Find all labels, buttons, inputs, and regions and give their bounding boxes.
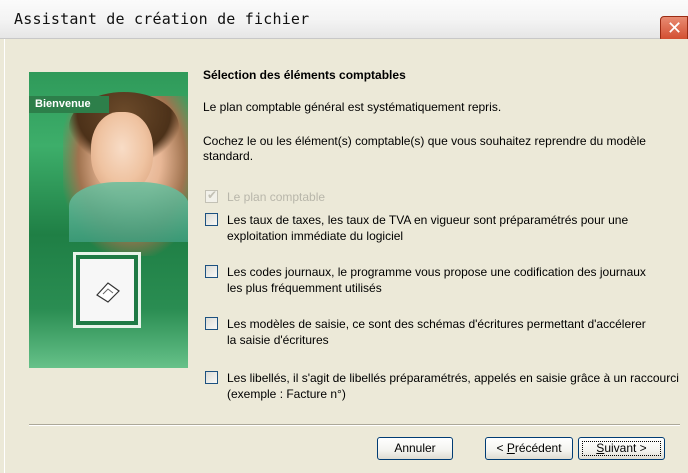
page-heading: Sélection des éléments comptables — [203, 68, 406, 82]
footer-separator — [29, 424, 680, 426]
check-icon: ✔ — [207, 188, 218, 202]
cancel-button-label: Annuler — [394, 441, 436, 455]
title-bar: Assistant de création de fichier ✕ — [0, 0, 688, 42]
option-label: Les codes journaux, le programme vous pr… — [227, 265, 646, 295]
window-title: Assistant de création de fichier — [14, 10, 310, 28]
intro-text: Le plan comptable général est systématiq… — [203, 100, 502, 114]
banner-icon-frame — [73, 252, 141, 328]
previous-button-mnemonic: P — [506, 441, 515, 455]
previous-button[interactable]: < Précédent — [485, 437, 573, 460]
document-icon — [96, 282, 120, 303]
banner-photo-face — [91, 112, 153, 192]
checkbox-plan-comptable: ✔ — [205, 188, 218, 203]
banner-label: Bienvenue — [29, 96, 109, 113]
focus-rectangle — [582, 441, 661, 456]
close-icon: ✕ — [667, 18, 683, 39]
checkbox-libelles[interactable] — [205, 371, 218, 384]
cancel-button[interactable]: Annuler — [377, 437, 453, 460]
option-label: Les modèles de saisie, ce sont des schém… — [227, 317, 646, 347]
previous-button-label: récédent — [514, 441, 562, 455]
banner-photo-shirt — [69, 182, 188, 242]
instruction-text: Cochez le ou les élément(s) comptable(s)… — [203, 134, 646, 163]
wizard-window: Assistant de création de fichier ✕ Bienv… — [0, 0, 688, 473]
option-label: Le plan comptable — [227, 190, 326, 204]
option-label: Les libellés, il s'agit de libellés prép… — [227, 371, 679, 401]
option-label: Les taux de taxes, les taux de TVA en vi… — [227, 213, 629, 243]
checkbox-taux-taxes[interactable] — [205, 213, 218, 226]
checkbox-codes-journaux[interactable] — [205, 265, 218, 278]
banner-icon-background — [80, 259, 134, 321]
welcome-banner: Bienvenue — [29, 72, 188, 368]
previous-button-prefix: < — [496, 441, 507, 455]
checkbox-modeles-saisie[interactable] — [205, 317, 218, 330]
next-button[interactable]: Suivant > — [578, 437, 665, 460]
